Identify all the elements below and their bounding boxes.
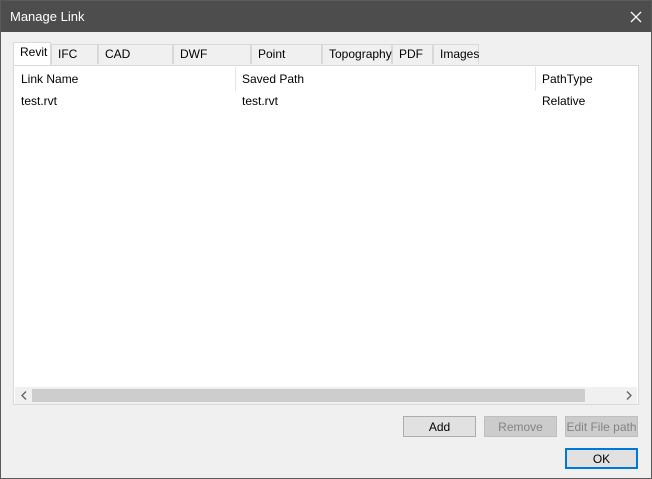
chevron-left-icon	[20, 391, 26, 400]
tab-label: IFC	[58, 47, 78, 61]
tab-label: Topography	[329, 47, 392, 61]
list-header: Link Name Saved Path PathType	[15, 67, 637, 91]
tab-label: Revit	[20, 45, 48, 59]
tab-panel: Link Name Saved Path PathType test.rvt t…	[13, 65, 639, 405]
column-header-path-type[interactable]: PathType	[536, 67, 637, 91]
add-button[interactable]: Add	[403, 416, 476, 437]
tab-ifc[interactable]: IFC	[51, 44, 98, 64]
edit-file-path-button[interactable]: Edit File path	[565, 416, 638, 437]
tab-label: Images	[440, 47, 480, 61]
horizontal-scrollbar[interactable]	[15, 387, 637, 404]
tab-images[interactable]: Images	[433, 44, 479, 64]
tab-pdf[interactable]: PDF	[392, 44, 433, 64]
tab-revit[interactable]: Revit	[13, 42, 51, 65]
scroll-right-button[interactable]	[620, 387, 637, 404]
scroll-thumb[interactable]	[32, 389, 585, 402]
chevron-right-icon	[626, 391, 632, 400]
window-title: Manage Link	[10, 9, 85, 24]
close-icon	[630, 11, 642, 22]
cell-path-type: Relative	[542, 94, 586, 108]
tab-point-clouds[interactable]: Point Clouds	[251, 44, 322, 80]
links-list[interactable]: Link Name Saved Path PathType test.rvt t…	[15, 67, 637, 387]
close-button[interactable]	[621, 1, 651, 32]
ok-button[interactable]: OK	[565, 448, 638, 469]
scroll-left-button[interactable]	[15, 387, 32, 404]
tab-dwf-markups[interactable]: DWF Markups	[173, 44, 251, 80]
tab-cad-formats[interactable]: CAD Formats	[98, 44, 173, 80]
tab-label: PDF	[399, 47, 423, 61]
cell-saved-path: test.rvt	[242, 94, 279, 108]
column-header-saved-path[interactable]: Saved Path	[236, 67, 536, 91]
column-header-link-name[interactable]: Link Name	[15, 67, 236, 91]
cell-link-name: test.rvt	[21, 94, 58, 108]
remove-button[interactable]: Remove	[484, 416, 557, 437]
manage-link-dialog: Manage Link Revit IFC CAD Formats DWF Ma…	[0, 0, 652, 479]
title-bar: Manage Link	[1, 1, 651, 32]
table-row[interactable]: test.rvt test.rvt Relative	[15, 91, 637, 111]
tab-topography[interactable]: Topography	[322, 44, 392, 64]
